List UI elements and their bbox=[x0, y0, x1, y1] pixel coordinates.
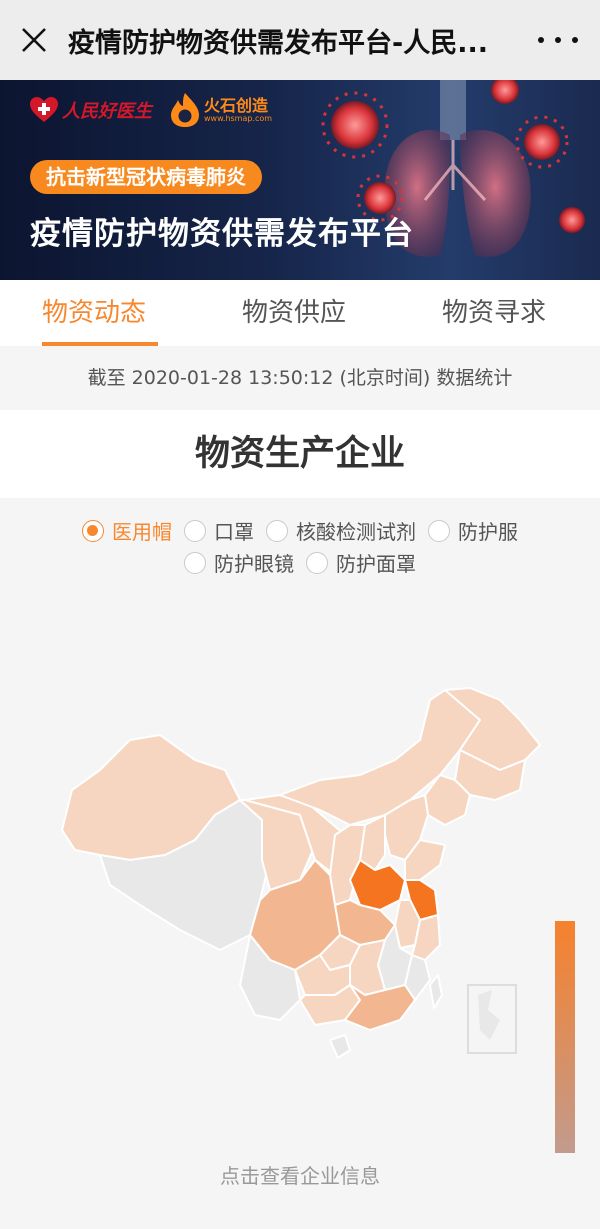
filter-label: 核酸检测试剂 bbox=[296, 520, 416, 544]
section-title: 物资生产企业 bbox=[0, 410, 600, 498]
filter-label: 医用帽 bbox=[112, 520, 172, 544]
map-click-hint[interactable]: 点击查看企业信息 bbox=[0, 1160, 600, 1189]
radio-selected-icon bbox=[82, 519, 104, 542]
filter-face-shield[interactable]: 防护面罩 bbox=[306, 548, 416, 577]
filter-label: 防护面罩 bbox=[336, 552, 416, 576]
filter-nucleic-test-kit[interactable]: 核酸检测试剂 bbox=[266, 516, 416, 545]
more-options-button[interactable] bbox=[538, 24, 578, 56]
china-choropleth-map bbox=[61, 687, 541, 1059]
filter-row-2: 防护眼镜 防护面罩 bbox=[0, 548, 600, 577]
tab-material-demand[interactable]: 物资寻求 bbox=[442, 292, 546, 332]
title-bar: 疫情防护物资供需发布平台-人民... bbox=[0, 0, 600, 80]
huoshi-logo: 火石创造 www.hsmap.com bbox=[170, 92, 272, 128]
close-icon bbox=[22, 28, 46, 52]
filter-medical-cap[interactable]: 医用帽 bbox=[82, 516, 172, 545]
brand1-text: 人民好医生 bbox=[62, 101, 152, 122]
radio-icon bbox=[184, 551, 206, 574]
filter-mask[interactable]: 口罩 bbox=[184, 516, 254, 545]
filter-label: 防护服 bbox=[458, 520, 518, 544]
filter-row-1: 医用帽 口罩 核酸检测试剂 防护服 bbox=[0, 516, 600, 545]
filter-label: 口罩 bbox=[214, 520, 254, 544]
region-hainan[interactable] bbox=[329, 1034, 351, 1059]
banner-title: 疫情防护物资供需发布平台 bbox=[30, 216, 414, 252]
more-dots-icon bbox=[538, 37, 544, 43]
tab-material-supply[interactable]: 物资供应 bbox=[242, 292, 346, 332]
heart-cross-icon bbox=[30, 97, 58, 122]
radio-icon bbox=[266, 519, 288, 542]
tab-material-dynamics[interactable]: 物资动态 bbox=[42, 292, 146, 332]
close-button[interactable] bbox=[0, 0, 68, 80]
brand2-url: www.hsmap.com bbox=[204, 113, 273, 123]
hero-banner: 人民好医生 火石创造 www.hsmap.com 抗击新型冠状病毒肺炎 疫情防护… bbox=[0, 80, 600, 280]
brand2-text: 火石创造 bbox=[204, 95, 269, 115]
flame-icon bbox=[171, 93, 199, 127]
region-taiwan[interactable] bbox=[429, 974, 443, 1009]
radio-icon bbox=[184, 519, 206, 542]
radio-icon bbox=[306, 551, 328, 574]
filter-goggles[interactable]: 防护眼镜 bbox=[184, 548, 294, 577]
map-legend-gradient bbox=[555, 921, 575, 1153]
filter-label: 防护眼镜 bbox=[214, 552, 294, 576]
stats-timestamp: 截至 2020-01-28 13:50:12 (北京时间) 数据统计 bbox=[0, 346, 600, 410]
filter-protective-suit[interactable]: 防护服 bbox=[428, 516, 518, 545]
banner-tagline: 抗击新型冠状病毒肺炎 bbox=[30, 160, 262, 194]
renmin-haoyisheng-logo: 人民好医生 bbox=[30, 97, 152, 123]
page-title: 疫情防护物资供需发布平台-人民... bbox=[68, 27, 488, 59]
tab-bar: 物资动态 物资供应 物资寻求 bbox=[0, 280, 600, 346]
radio-icon bbox=[428, 519, 450, 542]
south-china-sea-inset bbox=[467, 984, 517, 1054]
region-guangdong[interactable] bbox=[344, 984, 416, 1031]
